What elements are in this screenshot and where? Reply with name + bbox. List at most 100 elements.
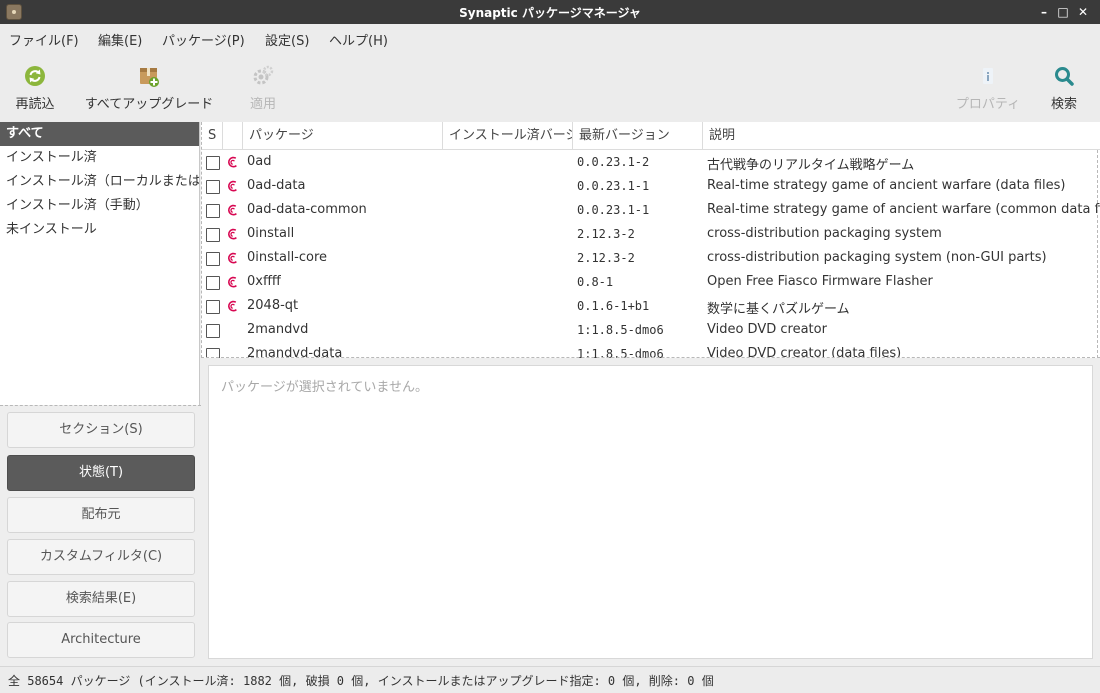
filter-item-installed[interactable]: インストール済 bbox=[0, 146, 199, 170]
package-details: パッケージが選択されていません。 bbox=[208, 365, 1093, 659]
package-checkbox[interactable] bbox=[206, 300, 220, 314]
search-label: 検索 bbox=[1050, 97, 1077, 112]
package-latest-version: 2.12.3-2 bbox=[577, 227, 635, 241]
status-text: 全 58654 パッケージ (インストール済: 1882 個, 破損 0 個, … bbox=[8, 674, 714, 688]
debian-swirl-icon bbox=[226, 155, 240, 169]
properties-info-icon bbox=[983, 68, 993, 84]
package-checkbox[interactable] bbox=[206, 204, 220, 218]
filter-item-not-installed[interactable]: 未インストール bbox=[0, 218, 199, 242]
package-description: 数学に基くパズルゲーム bbox=[707, 302, 850, 317]
package-description: 古代戦争のリアルタイム戦略ゲーム bbox=[707, 158, 915, 173]
menu-edit[interactable]: 編集(E) bbox=[98, 30, 142, 49]
toolbar: 再読込 すべてアップグレード 適用 プロパティ 検索 bbox=[0, 52, 1100, 122]
filter-list: すべて インストール済 インストール済（ローカルまたは古いもの） インストール済… bbox=[0, 122, 200, 405]
origin-button[interactable]: 配布元 bbox=[7, 497, 195, 533]
status-bar: 全 58654 パッケージ (インストール済: 1882 個, 破損 0 個, … bbox=[0, 666, 1100, 693]
debian-swirl-icon bbox=[226, 275, 240, 289]
package-name: 0install bbox=[247, 226, 295, 241]
left-pane-divider[interactable] bbox=[0, 405, 201, 406]
apply-gears-icon bbox=[253, 65, 274, 85]
package-name: 0xffff bbox=[247, 274, 281, 289]
minimize-button[interactable]: – bbox=[1034, 2, 1054, 22]
debian-swirl-icon bbox=[226, 179, 240, 193]
table-row[interactable]: 0ad 0.0.23.1-2 古代戦争のリアルタイム戦略ゲーム bbox=[202, 150, 1100, 174]
debian-swirl-icon bbox=[226, 203, 240, 217]
column-installed-version[interactable]: インストール済バージョン bbox=[443, 122, 573, 150]
window-title: Synaptic パッケージマネージャ bbox=[459, 6, 641, 20]
debian-swirl-icon bbox=[226, 299, 240, 313]
package-checkbox[interactable] bbox=[206, 180, 220, 194]
title-bar: Synaptic パッケージマネージャ – □ ✕ bbox=[0, 0, 1100, 24]
package-table: S パッケージ インストール済バージョン 最新バージョン 説明 0ad 0.0.2… bbox=[201, 122, 1100, 358]
table-row[interactable]: 0install 2.12.3-2 cross-distribution packa… bbox=[202, 222, 1100, 246]
search-button[interactable]: 検索 bbox=[1042, 52, 1086, 122]
package-description: Video DVD creator bbox=[707, 322, 827, 337]
table-row[interactable]: 2048-qt 0.1.6-1+b1 数学に基くパズルゲーム bbox=[202, 294, 1100, 318]
menu-help[interactable]: ヘルプ(H) bbox=[329, 30, 388, 49]
table-row[interactable]: 0xffff 0.8-1 Open Free Fiasco Firmware Fla… bbox=[202, 270, 1100, 294]
package-checkbox[interactable] bbox=[206, 324, 220, 338]
package-latest-version: 2.12.3-2 bbox=[577, 251, 635, 265]
column-support-icon[interactable] bbox=[223, 122, 243, 150]
properties-label: プロパティ bbox=[955, 97, 1021, 112]
package-latest-version: 0.1.6-1+b1 bbox=[577, 299, 650, 313]
package-name: 2048-qt bbox=[247, 298, 299, 313]
column-status[interactable]: S bbox=[202, 122, 223, 150]
package-description: Open Free Fiasco Firmware Flasher bbox=[707, 274, 933, 289]
table-right-edge bbox=[1097, 150, 1098, 358]
upgrade-package-icon bbox=[140, 68, 159, 87]
package-description: cross-distribution packaging system (non… bbox=[707, 250, 1047, 265]
table-row[interactable]: 2mandvd 1:1.8.5-dmo6 Video DVD creator bbox=[202, 318, 1100, 342]
architecture-button[interactable]: Architecture bbox=[7, 622, 195, 658]
package-latest-version: 0.0.23.1-1 bbox=[577, 179, 650, 193]
sections-button[interactable]: セクション(S) bbox=[7, 412, 195, 448]
reload-button[interactable]: 再読込 bbox=[6, 52, 64, 122]
package-checkbox[interactable] bbox=[206, 228, 220, 242]
filter-item-installed-manual[interactable]: インストール済（手動） bbox=[0, 194, 199, 218]
package-checkbox[interactable] bbox=[206, 252, 220, 266]
upgrade-all-button[interactable]: すべてアップグレード bbox=[80, 52, 218, 122]
properties-button[interactable]: プロパティ bbox=[950, 52, 1026, 122]
apply-label: 適用 bbox=[249, 97, 276, 112]
reload-icon bbox=[25, 66, 45, 86]
debian-swirl-icon bbox=[226, 227, 240, 241]
package-name: 2mandvd bbox=[247, 322, 309, 337]
package-name: 0ad-data-common bbox=[247, 202, 367, 217]
package-name: 0ad bbox=[247, 154, 272, 169]
package-latest-version: 0.8-1 bbox=[577, 275, 614, 289]
menu-package[interactable]: パッケージ(P) bbox=[162, 30, 245, 49]
apply-button[interactable]: 適用 bbox=[235, 52, 291, 122]
search-results-button[interactable]: 検索結果(E) bbox=[7, 581, 195, 617]
package-description: Real-time strategy game of ancient warfa… bbox=[707, 202, 1100, 217]
upgrade-all-label: すべてアップグレード bbox=[84, 97, 214, 112]
table-row[interactable]: 0ad-data 0.0.23.1-1 Real-time strategy gam… bbox=[202, 174, 1100, 198]
column-description[interactable]: 説明 bbox=[703, 122, 1100, 150]
no-package-selected-text: パッケージが選択されていません。 bbox=[221, 380, 428, 395]
table-row[interactable]: 0ad-data-common 0.0.23.1-1 Real-time strat… bbox=[202, 198, 1100, 222]
debian-swirl-icon bbox=[226, 251, 240, 265]
package-checkbox[interactable] bbox=[206, 156, 220, 170]
table-row[interactable]: 2mandvd-data 1:1.8.5-dmo6 Video DVD creato… bbox=[202, 342, 1100, 358]
package-rows: 0ad 0.0.23.1-2 古代戦争のリアルタイム戦略ゲーム 0ad-data 0.0… bbox=[202, 150, 1100, 358]
package-description: cross-distribution packaging system bbox=[707, 226, 942, 241]
package-checkbox[interactable] bbox=[206, 276, 220, 290]
reload-label: 再読込 bbox=[15, 97, 55, 112]
column-package[interactable]: パッケージ bbox=[243, 122, 443, 150]
maximize-button[interactable]: □ bbox=[1053, 2, 1073, 22]
filter-item-all[interactable]: すべて bbox=[0, 122, 199, 146]
menu-bar: ファイル(F) 編集(E) パッケージ(P) 設定(S) ヘルプ(H) bbox=[0, 24, 1100, 52]
package-latest-version: 0.0.23.1-1 bbox=[577, 203, 650, 217]
package-latest-version: 1:1.8.5-dmo6 bbox=[577, 323, 664, 337]
table-row[interactable]: 0install-core 2.12.3-2 cross-distribution … bbox=[202, 246, 1100, 270]
search-icon bbox=[1055, 67, 1074, 86]
close-button[interactable]: ✕ bbox=[1073, 2, 1093, 22]
column-latest-version[interactable]: 最新バージョン bbox=[573, 122, 703, 150]
custom-filter-button[interactable]: カスタムフィルタ(C) bbox=[7, 539, 195, 575]
filter-item-installed-local[interactable]: インストール済（ローカルまたは古いもの） bbox=[0, 170, 199, 194]
menu-file[interactable]: ファイル(F) bbox=[9, 30, 79, 49]
package-name: 0ad-data bbox=[247, 178, 306, 193]
table-pane-divider[interactable] bbox=[201, 357, 1100, 358]
package-name: 0install-core bbox=[247, 250, 328, 265]
status-button[interactable]: 状態(T) bbox=[7, 455, 195, 491]
menu-settings[interactable]: 設定(S) bbox=[265, 30, 309, 49]
